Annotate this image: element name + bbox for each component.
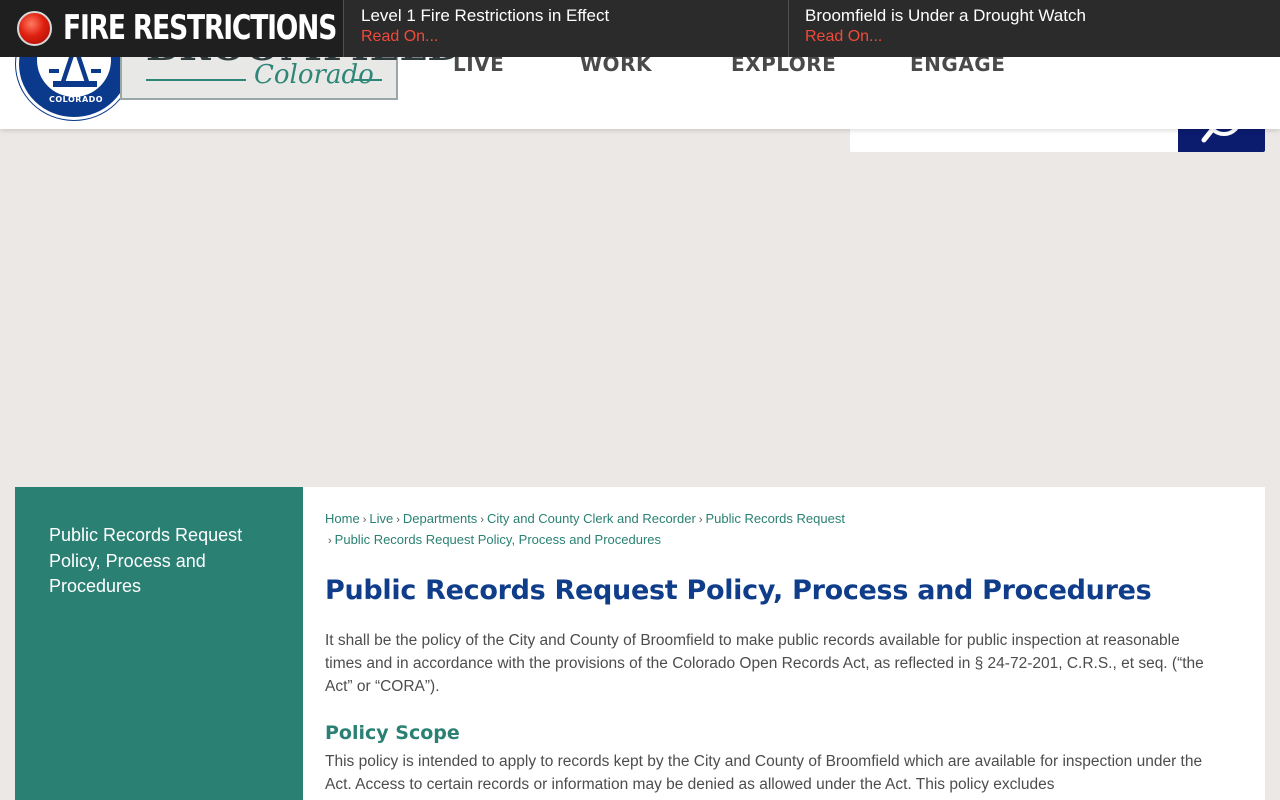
wordmark-rule-right [354,79,382,81]
breadcrumb-separator: › [480,514,484,526]
sidebar-item-policy[interactable]: Public Records Request Policy, Process a… [49,523,279,600]
breadcrumb-separator: › [698,514,703,526]
intro-paragraph: It shall be the policy of the City and C… [325,632,1204,695]
alert-headline[interactable]: Level 1 Fire Restrictions in Effect [361,6,772,26]
alert-title: FIRE RESTRICTIONS [63,8,337,48]
alert-read-on-link[interactable]: Read On... [361,26,772,48]
alert-label[interactable]: FIRE RESTRICTIONS [0,0,344,57]
alert-indicator-icon [17,11,52,46]
alert-item[interactable]: Level 1 Fire Restrictions in Effect Read… [345,0,789,57]
seal-text: COLORADO [49,95,104,104]
breadcrumb-public-records-request[interactable]: Public Records Request [705,511,844,526]
content-area: Public Records Request Policy, Process a… [15,487,1265,800]
alert-read-on-link[interactable]: Read On... [805,26,1264,48]
sidebar: Public Records Request Policy, Process a… [15,487,303,800]
breadcrumb-current-page[interactable]: Public Records Request Policy, Process a… [335,532,661,547]
breadcrumb-departments[interactable]: Departments [403,511,477,526]
breadcrumb-live[interactable]: Live [369,511,393,526]
wordmark-script: Colorado [254,60,374,90]
breadcrumb-home[interactable]: Home [325,511,360,526]
breadcrumb-separator: › [328,535,332,547]
section-heading-policy-scope: Policy Scope [325,722,460,744]
breadcrumb-clerk-recorder[interactable]: City and County Clerk and Recorder [487,511,696,526]
breadcrumb-separator: › [362,514,367,526]
alert-bar: FIRE RESTRICTIONS Level 1 Fire Restricti… [0,0,1280,57]
alert-headline[interactable]: Broomfield is Under a Drought Watch [805,6,1264,26]
wordmark-rule [146,79,246,81]
breadcrumb-separator: › [396,514,400,526]
page-title: Public Records Request Policy, Process a… [325,575,1152,606]
policy-scope-paragraph: This policy is intended to apply to reco… [325,753,1203,793]
breadcrumb: Home › Live › Departments › City and County Cl… [325,509,925,551]
alert-item[interactable]: Broomfield is Under a Drought Watch Read… [789,0,1280,57]
